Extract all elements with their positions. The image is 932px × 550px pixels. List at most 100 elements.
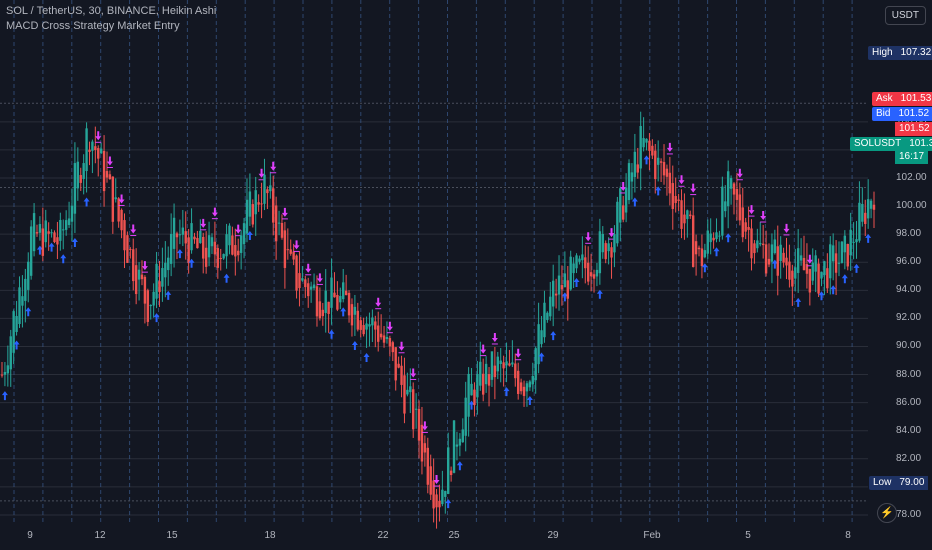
buy-arrow [25,307,32,317]
candle-body [158,281,161,293]
candle-body [79,175,82,183]
price-chart[interactable] [0,0,932,550]
candle-body [455,444,459,447]
candle-body [412,389,415,430]
candle-body [231,235,234,255]
time-tick-label: 18 [264,530,276,541]
candle-body [691,215,695,267]
candle-body [814,255,817,272]
candle-body [715,232,718,240]
buy-arrow [165,290,172,300]
candle-body [111,176,115,222]
candle-body [169,233,173,264]
candle-body [549,296,552,317]
high-tag-value: 107.32 [896,46,932,60]
candle-body [210,237,214,247]
candle-body [435,494,438,508]
candle-body [505,361,508,366]
candle-body [499,360,502,364]
price-tick-label: 98.00 [896,228,922,240]
candle-body [671,183,674,209]
candle-body [706,230,709,254]
candle-body [726,171,730,207]
candle-body [709,233,712,243]
buy-arrow [340,307,347,317]
candle-body [155,263,158,299]
candle-body [76,161,80,189]
high-tag: High 107.32 [868,46,932,60]
time-tick-label: 9 [27,530,33,541]
candle-body [514,363,517,379]
candle-body [776,246,779,276]
candle-body [502,362,505,369]
candle-body [861,203,864,222]
candle-body [586,262,590,282]
candle-body [496,356,499,372]
candle-body [202,236,205,259]
candle-body [190,223,193,251]
candle-body [662,162,666,176]
buy-arrow [351,340,358,350]
buy-arrow [176,249,183,259]
candle-body [487,374,491,386]
symbol-title[interactable]: SOL / TetherUS, 30, BINANCE, Heikin Ashi [6,4,216,19]
candle-body [592,274,596,279]
candle-body [339,295,342,303]
candle-body [254,190,257,215]
candle-body [447,447,450,494]
sell-arrow [316,273,323,283]
candle-body [589,272,593,277]
sell-arrow [305,263,312,273]
candle-body [872,204,876,210]
candle-body [85,128,88,172]
candle-body [289,249,292,254]
candle-body [397,363,400,368]
candle-body [560,285,564,290]
buy-arrow [713,247,720,257]
candle-body [470,383,473,396]
sell-arrow [235,224,242,234]
candle-body [420,424,424,462]
candle-body [292,251,295,260]
candle-body [528,381,532,388]
candle-body [557,275,561,295]
candle-body [444,490,447,497]
chart-area[interactable] [0,0,932,550]
candle-body [546,312,549,320]
sell-arrow [106,156,113,166]
candle-body [204,247,208,267]
symbol-tag-label: SOLUSDT [850,137,906,151]
strategy-title[interactable]: MACD Cross Strategy Market Entry [6,19,216,34]
lightning-icon[interactable]: ⚡ [877,503,897,523]
symbol-price-tag: SOLUSDT101.32 [850,137,932,151]
candle-body [108,174,112,180]
time-tick-label: 29 [547,530,559,541]
buy-arrow [830,285,837,295]
candle-body [849,229,852,256]
buy-arrow [1,391,8,401]
candle-body [621,205,625,220]
candle-body [802,257,806,271]
sell-arrow [281,207,288,217]
candle-body [242,223,246,245]
candle-body [318,301,322,319]
candle-body [732,183,736,195]
bid-tag-value: 101.52 [894,107,932,121]
candle-body [149,304,152,307]
candle-body [47,231,50,234]
candle-body [117,198,120,222]
buy-arrow [853,263,860,273]
last-price-value: 101.52 [895,122,932,136]
candle-body [362,325,365,335]
candle-body [511,362,514,365]
candle-body [522,386,526,396]
candle-body [187,237,190,264]
sell-arrow [666,142,673,152]
currency-button[interactable]: USDT [884,6,926,25]
low-tag: Low 79.00 [869,476,929,490]
candle-body [184,231,187,244]
candle-body [178,234,182,236]
candle-body [126,235,129,263]
candle-body [353,306,357,315]
candle-body [333,292,336,298]
